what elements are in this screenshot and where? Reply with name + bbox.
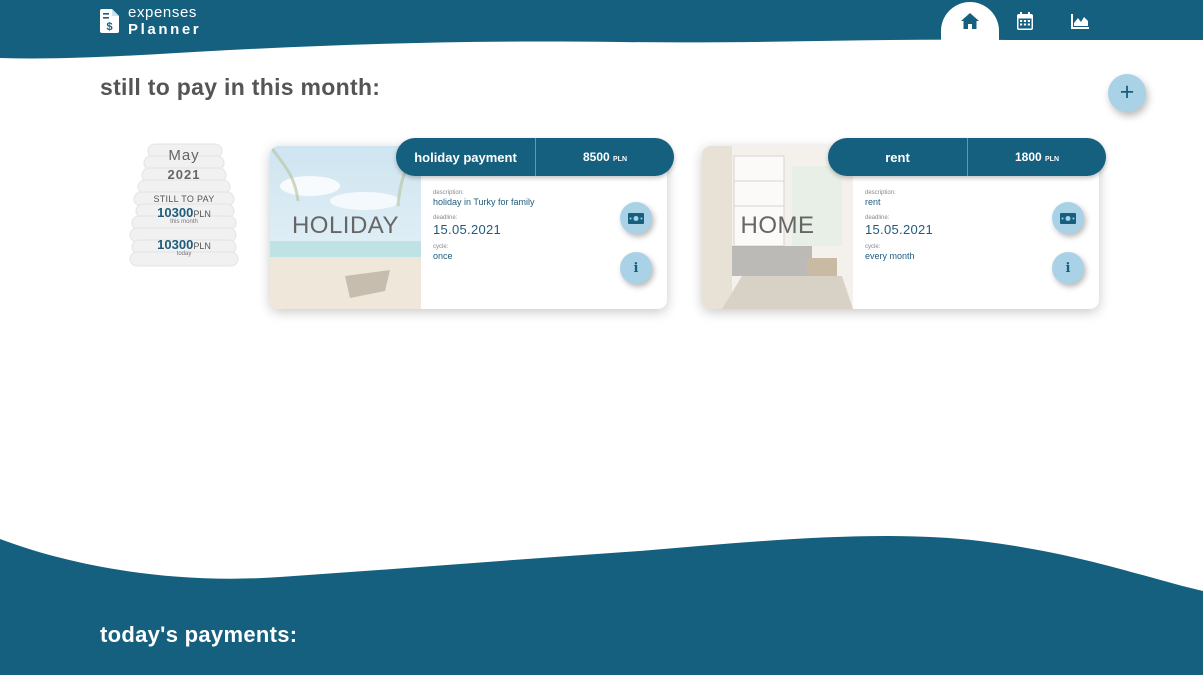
todays-payments-title: today's payments: <box>100 622 298 647</box>
app-logo[interactable]: $ expenses Planner <box>100 4 201 38</box>
card-header-pill: rent 1800 PLN <box>828 138 1106 176</box>
card-details: description: rent deadline: 15.05.2021 c… <box>865 189 1045 261</box>
summary-year: 2021 <box>167 167 201 182</box>
calendar-icon <box>1017 12 1033 30</box>
card-image-holiday: HOLIDAY <box>270 146 421 309</box>
card-image-home: HOME <box>702 146 853 309</box>
pay-button[interactable] <box>1052 202 1084 234</box>
svg-text:$: $ <box>106 21 112 33</box>
chart-icon <box>1071 14 1089 29</box>
add-expense-button[interactable]: + <box>1108 74 1146 112</box>
expense-card[interactable]: HOLIDAY holiday payment 8500 PLN descrip… <box>270 138 674 309</box>
card-details: description: holiday in Turky for family… <box>433 189 613 261</box>
deadline-label: deadline: <box>433 215 458 221</box>
summary-today-amount: 10300PLN <box>157 237 211 252</box>
home-icon <box>961 13 979 29</box>
info-button[interactable]: i <box>620 252 652 284</box>
page-title: still to pay in this month: <box>100 74 381 100</box>
cycle-label: cycle: <box>433 244 449 250</box>
card-name: rent <box>885 149 910 165</box>
expense-card[interactable]: HOME rent 1800 PLN description: rent dea… <box>702 138 1106 309</box>
description-value: rent <box>865 197 881 207</box>
footer-wave <box>0 535 1203 675</box>
nav-chart-button[interactable] <box>1068 10 1092 32</box>
pay-button[interactable] <box>620 202 652 234</box>
summary-month: May <box>168 147 200 164</box>
card-amount: 8500 PLN <box>582 150 628 164</box>
card-image-label: HOME <box>740 212 815 239</box>
cycle-value: once <box>433 251 453 261</box>
description-label: description: <box>433 190 464 196</box>
card-amount: 1800 PLN <box>1014 150 1060 164</box>
info-button[interactable]: i <box>1052 252 1084 284</box>
summary-month-caption: this month <box>170 219 198 225</box>
invoice-dollar-icon: $ <box>100 9 119 33</box>
card-header-pill: holiday payment 8500 PLN <box>396 138 674 176</box>
card-name: holiday payment <box>414 149 517 165</box>
money-bill-icon <box>1060 212 1076 224</box>
money-bill-icon <box>628 212 644 224</box>
deadline-value: 15.05.2021 <box>433 222 502 237</box>
deadline-label: deadline: <box>865 215 890 221</box>
description-value: holiday in Turky for family <box>433 197 535 207</box>
logo-title-top: expenses <box>128 4 198 21</box>
cycle-value: every month <box>865 251 915 261</box>
nav-home-button[interactable] <box>958 10 982 32</box>
logo-title-bottom: Planner <box>128 21 202 38</box>
card-image-label: HOLIDAY <box>291 212 400 239</box>
description-label: description: <box>865 190 896 196</box>
summary-still-label: STILL TO PAY <box>153 194 215 204</box>
nav-calendar-button[interactable] <box>1013 10 1037 32</box>
summary-today-caption: today <box>176 251 192 257</box>
cycle-label: cycle: <box>865 244 881 250</box>
month-summary: May 2021 STILL TO PAY 10300PLN this mont… <box>128 142 240 274</box>
summary-month-amount: 10300PLN <box>157 205 211 220</box>
deadline-value: 15.05.2021 <box>865 222 934 237</box>
